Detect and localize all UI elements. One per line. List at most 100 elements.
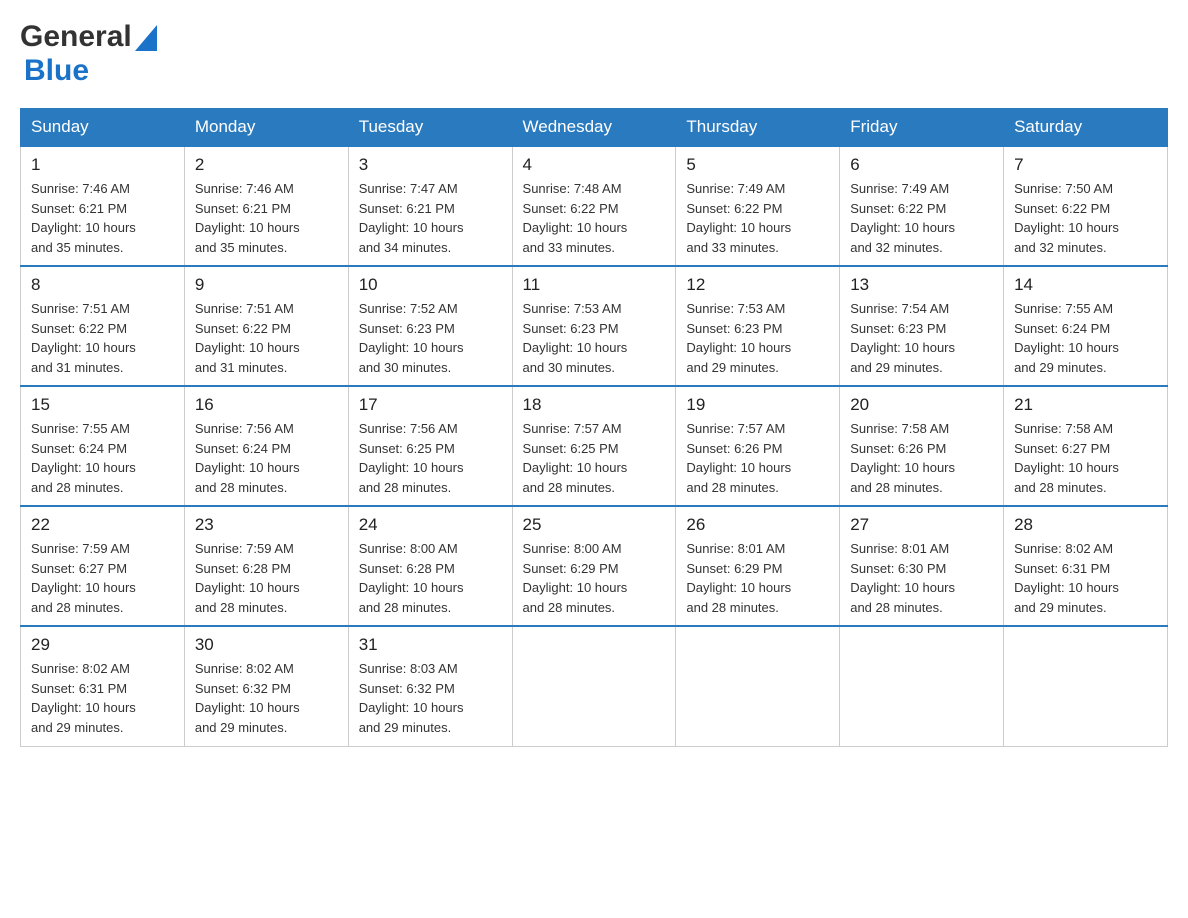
calendar-day-cell: 29 Sunrise: 8:02 AMSunset: 6:31 PMDayligh… xyxy=(21,626,185,746)
calendar-day-cell: 3 Sunrise: 7:47 AMSunset: 6:21 PMDaylight… xyxy=(348,146,512,266)
calendar-day-cell: 5 Sunrise: 7:49 AMSunset: 6:22 PMDaylight… xyxy=(676,146,840,266)
day-number: 20 xyxy=(850,395,993,415)
day-number: 8 xyxy=(31,275,174,295)
day-number: 14 xyxy=(1014,275,1157,295)
day-number: 25 xyxy=(523,515,666,535)
logo-blue-text: Blue xyxy=(24,54,89,88)
day-info: Sunrise: 7:49 AMSunset: 6:22 PMDaylight:… xyxy=(686,179,829,257)
day-info: Sunrise: 7:55 AMSunset: 6:24 PMDaylight:… xyxy=(1014,299,1157,377)
calendar-day-cell: 23 Sunrise: 7:59 AMSunset: 6:28 PMDayligh… xyxy=(184,506,348,626)
day-number: 28 xyxy=(1014,515,1157,535)
day-info: Sunrise: 7:55 AMSunset: 6:24 PMDaylight:… xyxy=(31,419,174,497)
calendar-week-row: 1 Sunrise: 7:46 AMSunset: 6:21 PMDaylight… xyxy=(21,146,1168,266)
calendar-day-cell xyxy=(1004,626,1168,746)
calendar-day-cell: 12 Sunrise: 7:53 AMSunset: 6:23 PMDayligh… xyxy=(676,266,840,386)
day-number: 24 xyxy=(359,515,502,535)
calendar-day-cell: 17Sunrise: 7:56 AMSunset: 6:25 PMDayligh… xyxy=(348,386,512,506)
day-number: 16 xyxy=(195,395,338,415)
calendar-day-cell: 24 Sunrise: 8:00 AMSunset: 6:28 PMDayligh… xyxy=(348,506,512,626)
day-number: 11 xyxy=(523,275,666,295)
day-info: Sunrise: 7:57 AMSunset: 6:26 PMDaylight:… xyxy=(686,419,829,497)
logo-triangle-icon xyxy=(135,25,157,51)
calendar-day-cell: 18 Sunrise: 7:57 AMSunset: 6:25 PMDayligh… xyxy=(512,386,676,506)
calendar-day-cell: 15 Sunrise: 7:55 AMSunset: 6:24 PMDayligh… xyxy=(21,386,185,506)
calendar-day-cell: 8 Sunrise: 7:51 AMSunset: 6:22 PMDaylight… xyxy=(21,266,185,386)
day-info: Sunrise: 7:51 AMSunset: 6:22 PMDaylight:… xyxy=(195,299,338,377)
day-of-week-header: Friday xyxy=(840,109,1004,147)
day-number: 7 xyxy=(1014,155,1157,175)
day-number: 1 xyxy=(31,155,174,175)
day-info: Sunrise: 7:57 AMSunset: 6:25 PMDaylight:… xyxy=(523,419,666,497)
day-info: Sunrise: 7:53 AMSunset: 6:23 PMDaylight:… xyxy=(686,299,829,377)
calendar-day-cell: 22Sunrise: 7:59 AMSunset: 6:27 PMDayligh… xyxy=(21,506,185,626)
calendar-week-row: 22Sunrise: 7:59 AMSunset: 6:27 PMDayligh… xyxy=(21,506,1168,626)
day-info: Sunrise: 7:47 AMSunset: 6:21 PMDaylight:… xyxy=(359,179,502,257)
day-info: Sunrise: 7:58 AMSunset: 6:26 PMDaylight:… xyxy=(850,419,993,497)
calendar-week-row: 8 Sunrise: 7:51 AMSunset: 6:22 PMDaylight… xyxy=(21,266,1168,386)
day-info: Sunrise: 7:54 AMSunset: 6:23 PMDaylight:… xyxy=(850,299,993,377)
calendar-day-cell: 27Sunrise: 8:01 AMSunset: 6:30 PMDayligh… xyxy=(840,506,1004,626)
day-number: 12 xyxy=(686,275,829,295)
day-info: Sunrise: 7:51 AMSunset: 6:22 PMDaylight:… xyxy=(31,299,174,377)
calendar-header-row: SundayMondayTuesdayWednesdayThursdayFrid… xyxy=(21,109,1168,147)
day-of-week-header: Saturday xyxy=(1004,109,1168,147)
day-info: Sunrise: 7:56 AMSunset: 6:25 PMDaylight:… xyxy=(359,419,502,497)
calendar-week-row: 29 Sunrise: 8:02 AMSunset: 6:31 PMDayligh… xyxy=(21,626,1168,746)
day-of-week-header: Monday xyxy=(184,109,348,147)
day-info: Sunrise: 8:00 AMSunset: 6:29 PMDaylight:… xyxy=(523,539,666,617)
day-of-week-header: Thursday xyxy=(676,109,840,147)
day-info: Sunrise: 7:46 AMSunset: 6:21 PMDaylight:… xyxy=(195,179,338,257)
calendar-day-cell: 19 Sunrise: 7:57 AMSunset: 6:26 PMDayligh… xyxy=(676,386,840,506)
calendar-day-cell: 7 Sunrise: 7:50 AMSunset: 6:22 PMDaylight… xyxy=(1004,146,1168,266)
day-info: Sunrise: 7:49 AMSunset: 6:22 PMDaylight:… xyxy=(850,179,993,257)
day-info: Sunrise: 7:46 AMSunset: 6:21 PMDaylight:… xyxy=(31,179,174,257)
calendar-day-cell: 2Sunrise: 7:46 AMSunset: 6:21 PMDaylight… xyxy=(184,146,348,266)
day-info: Sunrise: 7:50 AMSunset: 6:22 PMDaylight:… xyxy=(1014,179,1157,257)
day-number: 23 xyxy=(195,515,338,535)
calendar-day-cell: 30Sunrise: 8:02 AMSunset: 6:32 PMDayligh… xyxy=(184,626,348,746)
calendar-day-cell: 31 Sunrise: 8:03 AMSunset: 6:32 PMDayligh… xyxy=(348,626,512,746)
day-number: 29 xyxy=(31,635,174,655)
day-number: 31 xyxy=(359,635,502,655)
day-number: 15 xyxy=(31,395,174,415)
calendar-day-cell: 28 Sunrise: 8:02 AMSunset: 6:31 PMDayligh… xyxy=(1004,506,1168,626)
calendar-day-cell: 14 Sunrise: 7:55 AMSunset: 6:24 PMDayligh… xyxy=(1004,266,1168,386)
calendar-day-cell: 1 Sunrise: 7:46 AMSunset: 6:21 PMDaylight… xyxy=(21,146,185,266)
day-number: 3 xyxy=(359,155,502,175)
calendar-table: SundayMondayTuesdayWednesdayThursdayFrid… xyxy=(20,108,1168,747)
calendar-day-cell: 21Sunrise: 7:58 AMSunset: 6:27 PMDayligh… xyxy=(1004,386,1168,506)
logo: General Blue xyxy=(20,20,157,88)
day-of-week-header: Wednesday xyxy=(512,109,676,147)
calendar-day-cell: 9 Sunrise: 7:51 AMSunset: 6:22 PMDaylight… xyxy=(184,266,348,386)
day-info: Sunrise: 7:53 AMSunset: 6:23 PMDaylight:… xyxy=(523,299,666,377)
day-info: Sunrise: 8:02 AMSunset: 6:32 PMDaylight:… xyxy=(195,659,338,737)
day-of-week-header: Tuesday xyxy=(348,109,512,147)
day-info: Sunrise: 8:03 AMSunset: 6:32 PMDaylight:… xyxy=(359,659,502,737)
calendar-day-cell: 16Sunrise: 7:56 AMSunset: 6:24 PMDayligh… xyxy=(184,386,348,506)
day-info: Sunrise: 7:59 AMSunset: 6:28 PMDaylight:… xyxy=(195,539,338,617)
day-info: Sunrise: 7:48 AMSunset: 6:22 PMDaylight:… xyxy=(523,179,666,257)
day-number: 9 xyxy=(195,275,338,295)
day-number: 19 xyxy=(686,395,829,415)
calendar-day-cell: 4Sunrise: 7:48 AMSunset: 6:22 PMDaylight… xyxy=(512,146,676,266)
calendar-day-cell xyxy=(676,626,840,746)
calendar-day-cell xyxy=(840,626,1004,746)
day-info: Sunrise: 8:02 AMSunset: 6:31 PMDaylight:… xyxy=(31,659,174,737)
day-info: Sunrise: 8:00 AMSunset: 6:28 PMDaylight:… xyxy=(359,539,502,617)
calendar-day-cell: 20 Sunrise: 7:58 AMSunset: 6:26 PMDayligh… xyxy=(840,386,1004,506)
calendar-day-cell: 25 Sunrise: 8:00 AMSunset: 6:29 PMDayligh… xyxy=(512,506,676,626)
page-header: General Blue xyxy=(20,20,1168,88)
day-number: 27 xyxy=(850,515,993,535)
day-info: Sunrise: 7:59 AMSunset: 6:27 PMDaylight:… xyxy=(31,539,174,617)
calendar-day-cell: 26Sunrise: 8:01 AMSunset: 6:29 PMDayligh… xyxy=(676,506,840,626)
day-info: Sunrise: 7:52 AMSunset: 6:23 PMDaylight:… xyxy=(359,299,502,377)
day-number: 26 xyxy=(686,515,829,535)
calendar-day-cell: 11 Sunrise: 7:53 AMSunset: 6:23 PMDayligh… xyxy=(512,266,676,386)
day-of-week-header: Sunday xyxy=(21,109,185,147)
day-number: 10 xyxy=(359,275,502,295)
day-number: 18 xyxy=(523,395,666,415)
logo-general-text: General xyxy=(20,20,132,54)
day-info: Sunrise: 8:02 AMSunset: 6:31 PMDaylight:… xyxy=(1014,539,1157,617)
day-number: 5 xyxy=(686,155,829,175)
calendar-day-cell: 6Sunrise: 7:49 AMSunset: 6:22 PMDaylight… xyxy=(840,146,1004,266)
